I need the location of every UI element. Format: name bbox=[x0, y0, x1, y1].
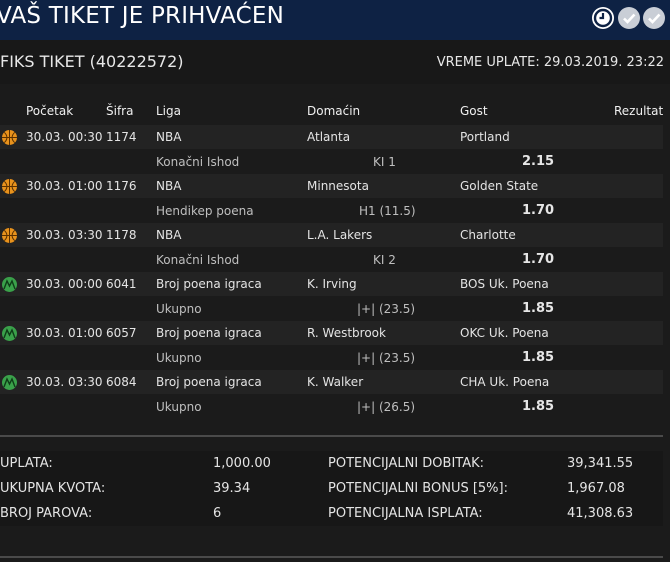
column-result: Rezultat bbox=[614, 104, 664, 118]
match-league: Broj poena igraca bbox=[156, 326, 262, 340]
player-stats-icon bbox=[1, 374, 18, 391]
summary-row: BROJ PAROVA: 6 POTENCIJALNA ISPLATA: 41,… bbox=[0, 501, 663, 526]
match-row: 30.03. 01:00 1176 NBA Minnesota Golden S… bbox=[0, 174, 663, 198]
bet-row: Ukupno |+| (26.5) 1.85 bbox=[0, 395, 663, 419]
potential-win-label: POTENCIJALNI DOBITAK: bbox=[328, 456, 485, 471]
match-home: K. Irving bbox=[307, 277, 357, 291]
match-league: NBA bbox=[156, 228, 182, 242]
bet-odds: 1.85 bbox=[522, 350, 555, 365]
basketball-icon bbox=[1, 178, 18, 195]
payment-time: VREME UPLATE: 29.03.2019. 23:22 bbox=[436, 55, 664, 70]
match-start: 30.03. 00:00 bbox=[26, 277, 103, 291]
bet-odds: 1.85 bbox=[522, 301, 555, 316]
bet-odds: 2.15 bbox=[522, 154, 555, 169]
title-bar: VAŠ TIKET JE PRIHVAĆEN bbox=[0, 0, 670, 40]
match-code: 1174 bbox=[106, 130, 137, 144]
bet-row: Ukupno |+| (23.5) 1.85 bbox=[0, 346, 663, 370]
match-home: L.A. Lakers bbox=[307, 228, 373, 242]
match-away: Portland bbox=[460, 130, 510, 144]
match-row: 30.03. 03:30 6084 Broj poena igraca K. W… bbox=[0, 370, 663, 394]
match-away: BOS Uk. Poena bbox=[460, 277, 549, 291]
clock-icon[interactable] bbox=[592, 7, 614, 29]
bet-pick: |+| (26.5) bbox=[357, 400, 416, 414]
bet-row: Konačni Ishod KI 1 2.15 bbox=[0, 150, 663, 174]
match-start: 30.03. 00:30 bbox=[26, 130, 103, 144]
bet-type: Ukupno bbox=[156, 351, 202, 365]
pairs-label: BROJ PAROVA: bbox=[0, 506, 93, 521]
bonus-value: 1,967.08 bbox=[567, 481, 625, 496]
match-league: Broj poena igraca bbox=[156, 375, 262, 389]
match-home: Atlanta bbox=[307, 130, 351, 144]
payout-value: 41,308.63 bbox=[567, 506, 634, 521]
window-title: VAŠ TIKET JE PRIHVAĆEN bbox=[0, 3, 285, 29]
bet-type: Ukupno bbox=[156, 400, 202, 414]
match-start: 30.03. 01:00 bbox=[26, 326, 103, 340]
match-code: 6041 bbox=[106, 277, 137, 291]
bet-type: Konačni Ishod bbox=[156, 155, 240, 169]
column-code: Šifra bbox=[106, 104, 134, 118]
summary-row: UPLATA: 1,000.00 POTENCIJALNI DOBITAK: 3… bbox=[0, 451, 663, 476]
player-stats-icon bbox=[1, 325, 18, 342]
match-away: Golden State bbox=[460, 179, 539, 193]
bet-pick: |+| (23.5) bbox=[357, 302, 416, 316]
match-league: NBA bbox=[156, 179, 182, 193]
bet-pick: KI 1 bbox=[373, 155, 396, 169]
column-league: Liga bbox=[156, 104, 181, 118]
match-code: 6057 bbox=[106, 326, 137, 340]
bet-pick: H1 (11.5) bbox=[359, 204, 416, 218]
match-start: 30.03. 01:00 bbox=[26, 179, 103, 193]
match-start: 30.03. 03:30 bbox=[26, 228, 103, 242]
total-odds-label: UKUPNA KVOTA: bbox=[0, 481, 106, 496]
pairs-value: 6 bbox=[213, 506, 222, 521]
bonus-label: POTENCIJALNI BONUS [5%]: bbox=[328, 481, 508, 496]
match-code: 6084 bbox=[106, 375, 137, 389]
column-away: Gost bbox=[460, 104, 488, 118]
match-row: 30.03. 00:30 1174 NBA Atlanta Portland bbox=[0, 125, 663, 149]
match-away: CHA Uk. Poena bbox=[460, 375, 550, 389]
confirm-icon[interactable] bbox=[643, 7, 665, 29]
match-start: 30.03. 03:30 bbox=[26, 375, 103, 389]
player-stats-icon bbox=[1, 276, 18, 293]
ticket-title: FIKS TIKET (40222572) bbox=[0, 52, 184, 71]
bet-row: Ukupno |+| (23.5) 1.85 bbox=[0, 297, 663, 321]
potential-win-value: 39,341.55 bbox=[567, 456, 634, 471]
bet-row: Hendikep poena H1 (11.5) 1.70 bbox=[0, 199, 663, 223]
match-league: NBA bbox=[156, 130, 182, 144]
bet-odds: 1.85 bbox=[522, 399, 555, 414]
match-code: 1178 bbox=[106, 228, 137, 242]
match-row: 30.03. 03:30 1178 NBA L.A. Lakers Charlo… bbox=[0, 223, 663, 247]
bet-type: Hendikep poena bbox=[156, 204, 254, 218]
bet-row: Konačni Ishod KI 2 1.70 bbox=[0, 248, 663, 272]
match-away: OKC Uk. Poena bbox=[460, 326, 549, 340]
match-home: K. Walker bbox=[307, 375, 364, 389]
basketball-icon bbox=[1, 129, 18, 146]
match-row: 30.03. 00:00 6041 Broj poena igraca K. I… bbox=[0, 272, 663, 296]
match-away: Charlotte bbox=[460, 228, 516, 242]
summary-divider bbox=[0, 435, 663, 437]
basketball-icon bbox=[1, 227, 18, 244]
stake-value: 1,000.00 bbox=[213, 456, 271, 471]
bet-odds: 1.70 bbox=[522, 203, 555, 218]
match-code: 1176 bbox=[106, 179, 137, 193]
match-league: Broj poena igraca bbox=[156, 277, 262, 291]
match-row: 30.03. 01:00 6057 Broj poena igraca R. W… bbox=[0, 321, 663, 345]
column-start: Početak bbox=[26, 104, 74, 118]
match-home: R. Westbrook bbox=[307, 326, 386, 340]
bet-type: Ukupno bbox=[156, 302, 202, 316]
stake-label: UPLATA: bbox=[0, 456, 53, 471]
bet-pick: |+| (23.5) bbox=[357, 351, 416, 365]
bet-odds: 1.70 bbox=[522, 252, 555, 267]
payout-label: POTENCIJALNA ISPLATA: bbox=[328, 506, 483, 521]
total-odds-value: 39.34 bbox=[213, 481, 251, 496]
bet-pick: KI 2 bbox=[373, 253, 396, 267]
match-home: Minnesota bbox=[307, 179, 369, 193]
column-home: Domaćin bbox=[307, 104, 361, 118]
summary-row: UKUPNA KVOTA: 39.34 POTENCIJALNI BONUS [… bbox=[0, 476, 663, 501]
checkmark-icon[interactable] bbox=[618, 7, 640, 29]
bet-type: Konačni Ishod bbox=[156, 253, 240, 267]
bottom-divider bbox=[0, 556, 663, 558]
